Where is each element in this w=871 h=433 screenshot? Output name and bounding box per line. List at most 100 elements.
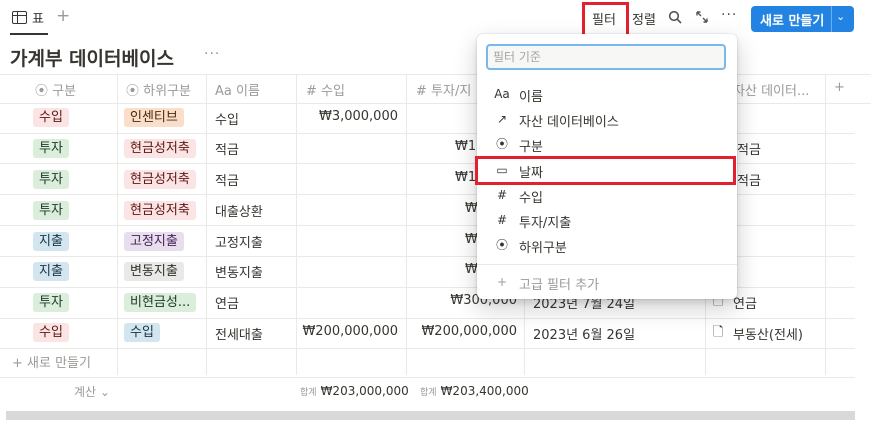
type-tag[interactable]: 수입 (33, 108, 69, 127)
page-icon: 🗋 (713, 325, 724, 340)
title-more-button[interactable]: ··· (204, 46, 220, 62)
select-icon: ⦿ (495, 238, 508, 252)
filter-option-label: 이름 (519, 90, 543, 105)
page-title[interactable]: 가계부 데이터베이스 (10, 44, 174, 71)
filter-option-type[interactable]: ⦿ 구분 (477, 132, 737, 156)
number-icon: # (306, 84, 317, 99)
table-header-top-border (0, 74, 871, 75)
type-tag[interactable]: 투자 (33, 293, 69, 312)
new-button[interactable]: 새로 만들기 ⌄ (751, 6, 854, 32)
asset-cell[interactable]: 부동산(전세) (733, 324, 803, 343)
subtype-tag[interactable]: 비현금성... (124, 293, 197, 312)
add-row-button[interactable]: + 새로 만들기 (12, 352, 91, 371)
chevron-down-icon[interactable]: ⌄ (836, 10, 845, 23)
row-divider (0, 318, 855, 319)
type-tag[interactable]: 수입 (33, 323, 69, 342)
text-icon: Aa (494, 87, 510, 101)
text-icon: Aa (215, 84, 232, 99)
add-advanced-filter-button[interactable]: + 고급 필터 추가 (477, 270, 737, 294)
subtype-tag[interactable]: 수입 (124, 323, 160, 342)
invest-cell[interactable]: ₩ (465, 232, 478, 247)
add-view-button[interactable]: + (56, 6, 70, 26)
type-tag[interactable]: 투자 (33, 170, 69, 189)
new-button-label: 새로 만들기 (760, 14, 825, 29)
filter-option-income[interactable]: # 수입 (477, 183, 737, 207)
toolbar: 표 + 필터 정렬 ··· 새로 만들기 ⌄ (0, 0, 871, 37)
type-tag[interactable]: 지출 (33, 262, 69, 281)
income-sum-value: ₩203,000,000 (320, 384, 409, 398)
column-header-label: 투자/지 (431, 84, 472, 99)
invest-cell[interactable]: ₩ (465, 262, 478, 277)
subtype-tag[interactable]: 인센티브 (124, 108, 184, 127)
invest-sum[interactable]: 합계 ₩203,400,000 (420, 384, 529, 398)
type-tag[interactable]: 지출 (33, 232, 69, 251)
name-cell[interactable]: 전세대출 (215, 324, 263, 343)
column-header-label: 수입 (321, 84, 345, 99)
type-tag[interactable]: 투자 (33, 139, 69, 158)
plus-icon: + (496, 275, 508, 289)
expand-icon[interactable] (694, 9, 710, 25)
name-cell[interactable]: 연금 (215, 293, 239, 312)
asset-cell[interactable]: 연금 (733, 293, 757, 312)
row-divider (0, 348, 855, 349)
filter-option-invest[interactable]: # 투자/지출 (477, 208, 737, 232)
horizontal-scrollbar[interactable] (6, 411, 855, 420)
table-header-bottom-border (0, 103, 871, 104)
column-header-subtype[interactable]: ⦿ 하위구분 (126, 80, 191, 99)
active-view-underline (10, 33, 48, 35)
invest-sum-value: ₩203,400,000 (440, 384, 529, 398)
more-options-button[interactable]: ··· (721, 7, 737, 23)
filter-option-label: 수입 (519, 191, 543, 206)
date-option-highlight-box (475, 156, 736, 185)
subtype-tag[interactable]: 변동지출 (124, 262, 184, 281)
select-icon: ⦿ (495, 137, 508, 151)
filter-highlight-box (582, 2, 629, 37)
column-header-invest[interactable]: # 투자/지 (416, 80, 471, 99)
column-header-label: 하위구분 (143, 84, 191, 99)
name-cell[interactable]: 변동지출 (215, 262, 263, 281)
column-header-type[interactable]: ⦿ 구분 (35, 80, 76, 99)
row-divider (0, 377, 855, 378)
add-column-button[interactable]: + (834, 80, 845, 95)
table-icon (12, 11, 27, 24)
select-icon: ⦿ (126, 84, 140, 99)
filter-search-input[interactable] (488, 46, 724, 68)
name-cell[interactable]: 대출상환 (215, 201, 263, 220)
dropdown-divider (477, 264, 737, 265)
name-cell[interactable]: 고정지출 (215, 232, 263, 251)
asset-cell[interactable]: 적금 (737, 139, 761, 158)
filter-option-label: 투자/지출 (519, 216, 572, 231)
type-tag[interactable]: 투자 (33, 201, 69, 220)
name-cell[interactable]: 수입 (215, 109, 239, 128)
filter-option-subtype[interactable]: ⦿ 하위구분 (477, 233, 737, 257)
income-cell[interactable]: ₩200,000,000 (300, 324, 398, 339)
asset-cell[interactable]: 적금 (737, 170, 761, 189)
subtype-tag[interactable]: 현금성저축 (124, 201, 196, 220)
sum-label: 합계 (420, 388, 437, 398)
view-tab-table[interactable]: 표 (12, 8, 44, 27)
column-header-name[interactable]: Aa 이름 (215, 80, 260, 99)
number-icon: # (416, 84, 427, 99)
filter-option-label: 자산 데이터베이스 (519, 115, 619, 130)
subtype-tag[interactable]: 현금성저축 (124, 139, 196, 158)
column-header-label: 구분 (52, 84, 77, 99)
sum-label: 합계 (300, 388, 317, 398)
column-header-income[interactable]: # 수입 (306, 80, 345, 99)
invest-cell[interactable]: ₩200,000,000 (410, 324, 517, 339)
filter-option-label: 구분 (519, 140, 543, 155)
subtype-tag[interactable]: 고정지출 (124, 232, 184, 251)
filter-option-label: 하위구분 (519, 241, 567, 256)
filter-search-box[interactable] (486, 44, 726, 70)
filter-option-asset-database[interactable]: ↗ 자산 데이터베이스 (477, 107, 737, 131)
sort-button[interactable]: 정렬 (632, 9, 656, 28)
search-icon[interactable] (668, 10, 682, 24)
date-cell[interactable]: 2023년 6월 26일 (533, 324, 635, 343)
name-cell[interactable]: 적금 (215, 139, 239, 158)
income-sum[interactable]: 합계 ₩203,000,000 (300, 384, 409, 398)
calculate-button[interactable]: 계산 ⌄ (74, 383, 110, 400)
name-cell[interactable]: 적금 (215, 170, 239, 189)
number-icon: # (496, 188, 508, 202)
filter-option-name[interactable]: Aa 이름 (477, 82, 737, 106)
subtype-tag[interactable]: 현금성저축 (124, 170, 196, 189)
income-cell[interactable]: ₩3,000,000 (300, 109, 398, 124)
